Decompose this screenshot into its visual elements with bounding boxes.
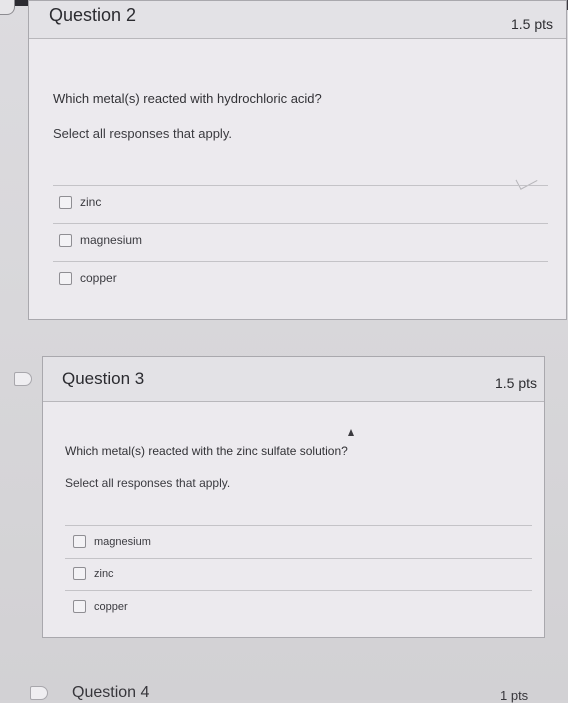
checkbox-icon[interactable] [73,600,86,613]
answer-divider [53,261,548,262]
checkbox-icon[interactable] [59,233,72,247]
answer-divider [53,223,548,224]
question-4-title: Question 4 [72,684,150,701]
choice-zinc[interactable]: zinc [59,195,101,209]
choice-copper[interactable]: copper [59,271,117,285]
question-2-prompt: Which metal(s) reacted with hydrochloric… [53,91,322,106]
choice-zinc[interactable]: zinc [73,567,114,580]
question-3-prompt: Which metal(s) reacted with the zinc sul… [65,444,348,458]
quiz-page: Question 2 1.5 pts Which metal(s) reacte… [0,0,568,703]
checkbox-icon[interactable] [59,195,72,209]
checkbox-icon[interactable] [59,271,72,285]
choice-label: copper [94,600,128,613]
mouse-pointer-icon [348,429,354,436]
flag-icon[interactable] [30,686,48,700]
flag-icon[interactable] [0,0,15,15]
question-3-title: Question 3 [62,369,145,388]
answer-divider [53,185,548,186]
choice-label: zinc [80,195,102,209]
choice-magnesium[interactable]: magnesium [59,233,142,247]
choice-label: magnesium [80,233,143,247]
question-2-points: 1.5 pts [511,16,554,32]
answer-divider [65,558,532,559]
question-2-card: Question 2 1.5 pts Which metal(s) reacte… [28,0,567,320]
answer-divider [65,525,532,526]
checkbox-icon[interactable] [73,535,86,548]
choice-magnesium[interactable]: magnesium [73,535,151,548]
question-3-points: 1.5 pts [495,375,538,391]
flag-icon[interactable] [14,372,32,386]
answer-divider [65,590,532,591]
check-mark-icon [515,171,538,190]
question-3-instruction: Select all responses that apply. [65,476,231,490]
question-2-instruction: Select all responses that apply. [53,126,232,141]
question-4-points: 1 pts [500,688,529,703]
question-2-title: Question 2 [49,5,137,25]
checkbox-icon[interactable] [73,567,86,580]
choice-label: magnesium [94,535,151,548]
choice-label: copper [80,271,117,285]
question-3-card: Question 3 1.5 pts Which metal(s) reacte… [42,356,545,638]
choice-copper[interactable]: copper [73,600,128,613]
choice-label: zinc [94,567,114,580]
